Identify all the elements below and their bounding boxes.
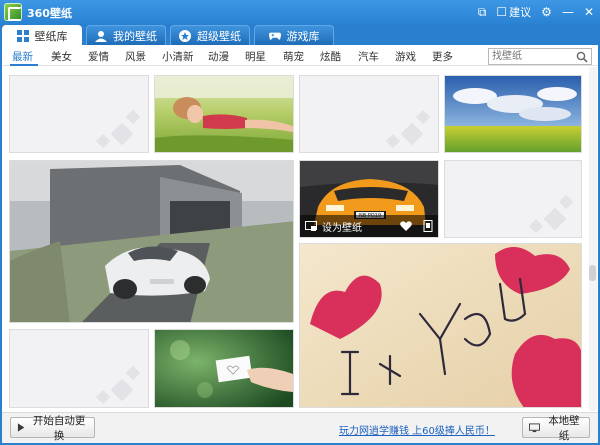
tab-label: 壁纸库 [34,29,68,43]
tab-label: 我的壁纸 [113,29,157,43]
placeholder-diamond [125,109,141,125]
scrollbar-thumb[interactable] [589,265,596,281]
white-sports-car-image [10,161,293,322]
content-panel: 最新 美女 爱情 风景 小清新 动漫 明星 萌宠 炫酷 汽车 游戏 更多 找壁纸… [2,45,598,443]
placeholder-diamond [125,365,141,381]
girl-grass-image [155,76,293,152]
skin-icon[interactable]: ⧉ [478,6,487,18]
placeholder-diamond [528,218,544,234]
feedback-icon: ☐ [496,5,508,19]
wallpaper-thumbnail-field-sky[interactable] [444,75,582,153]
wallpaper-thumbnail-girl-on-grass[interactable] [154,75,294,153]
tab-label: 超级壁纸 [197,29,241,43]
gamepad-icon [268,32,281,40]
placeholder-diamond [385,133,401,149]
main-tab-bar: 壁纸库 我的壁纸 超级壁纸 游戏库 [0,24,600,45]
start-auto-change-label: 开始自动更换 [32,414,86,442]
monitor-icon [529,422,540,432]
tab-my-wallpapers[interactable]: 我的壁纸 [86,25,166,45]
placeholder-diamond [400,122,424,146]
app-title: 360壁纸 [27,7,72,20]
minimize-button[interactable]: — [562,6,574,18]
start-auto-change-button[interactable]: 开始自动更换 [10,415,95,442]
wallpaper-thumbnail-hand-card[interactable] [154,329,294,408]
tab-wallpaper-library[interactable]: 壁纸库 [2,25,82,45]
wallpaper-thumbnail-i-love-you-hearts[interactable] [299,243,582,408]
placeholder-diamond [95,389,111,405]
wallpaper-grid: NB·PO19 设为壁纸 [2,45,598,443]
feedback-label: 建议 [509,6,532,19]
feedback-button[interactable]: ☐ 建议 [496,4,531,20]
settings-gear-icon[interactable]: ⚙ [541,6,552,18]
placeholder-diamond [415,109,431,125]
play-icon [17,423,25,432]
wallpaper-placeholder[interactable] [444,160,582,238]
hand-card-image [155,330,293,407]
title-bar: 360壁纸 ⧉ ☐ 建议 ⚙ — ✕ [0,0,600,24]
favorite-heart-icon[interactable] [400,220,412,232]
tab-super-wallpaper[interactable]: 超级壁纸 [170,25,250,45]
local-wallpaper-label: 本地壁纸 [548,414,580,442]
download-icon[interactable] [422,220,434,232]
wallpaper-placeholder[interactable] [9,75,149,153]
placeholder-diamond [543,207,567,231]
tab-label: 游戏库 [286,29,320,43]
field-sky-image [445,76,581,152]
local-wallpaper-button[interactable]: 本地壁纸 [522,415,590,442]
set-wallpaper-bar: 设为壁纸 [300,215,438,237]
wallpaper-thumbnail-orange-car[interactable]: NB·PO19 设为壁纸 [299,160,439,238]
placeholder-diamond [95,133,111,149]
user-icon [95,30,107,42]
close-button[interactable]: ✕ [584,6,594,18]
grid-icon [16,29,29,42]
vertical-scrollbar[interactable] [589,67,597,411]
bottom-toolbar: 开始自动更换 玩力网逍学赚钱 上60级捧人民币！ 本地壁纸 [2,412,598,443]
star-icon [179,29,191,42]
placeholder-diamond [110,378,134,402]
set-wallpaper-button[interactable]: 设为壁纸 [322,219,362,234]
placeholder-diamond [558,194,574,210]
placeholder-diamond [110,122,134,146]
wallpaper-placeholder[interactable] [299,75,439,153]
window-controls: ⧉ ☐ 建议 ⚙ — ✕ [478,3,594,21]
promo-link[interactable]: 玩力网逍学赚钱 上60级捧人民币！ [339,422,495,437]
hearts-wood-image [300,244,581,407]
app-logo-icon [4,3,22,21]
tab-game-library[interactable]: 游戏库 [254,25,334,45]
wallpaper-thumbnail-white-sports-car[interactable] [9,160,294,323]
set-wallpaper-icon[interactable] [305,220,317,232]
wallpaper-placeholder[interactable] [9,329,149,408]
